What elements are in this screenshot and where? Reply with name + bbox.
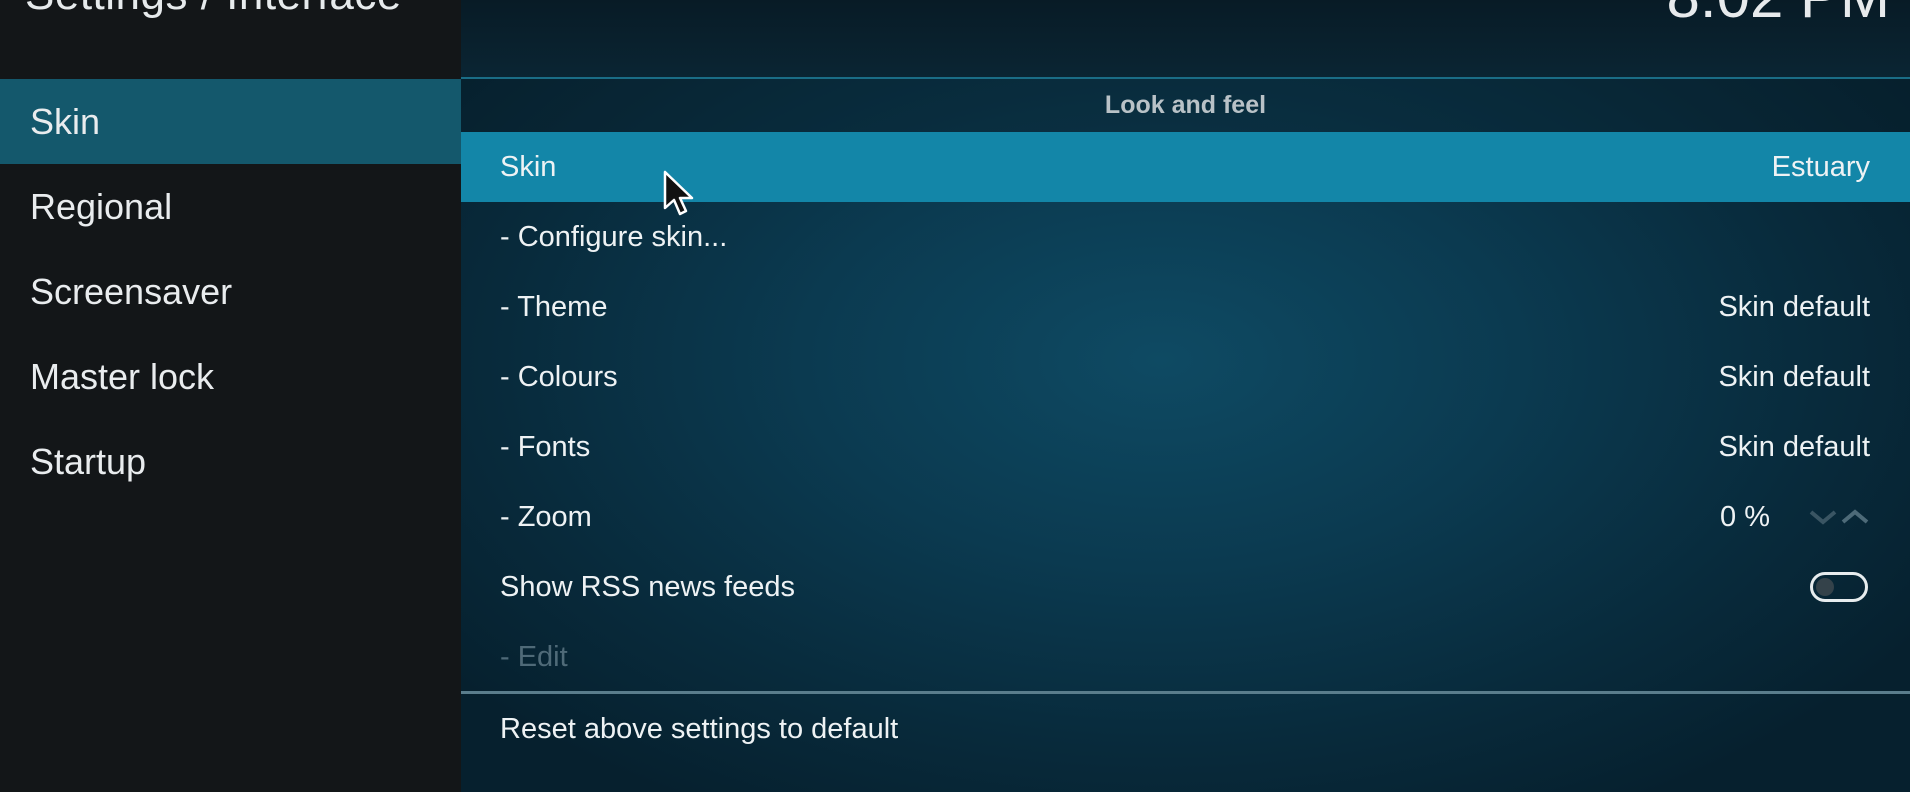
setting-label: - Zoom [500,500,592,533]
category-item-screensaver[interactable]: Screensaver [0,249,461,334]
chevron-down-icon[interactable] [1808,508,1838,526]
setting-value: Skin default [1718,430,1870,463]
top-bar: 8:02 PM [461,0,1910,79]
setting-value: Skin default [1718,360,1870,393]
zoom-spinner: 0 % [1720,501,1870,534]
category-label: Screensaver [30,270,233,312]
category-item-skin[interactable]: Skin [0,79,461,164]
chevron-up-icon[interactable] [1840,508,1870,526]
setting-value: 0 % [1720,500,1770,533]
category-panel: Settings / Interface Skin Regional Scree… [0,0,461,792]
category-label: Regional [30,185,173,227]
setting-value: Skin default [1718,290,1870,323]
setting-fonts[interactable]: - Fonts Skin default [461,412,1910,482]
category-label: Startup [30,440,147,482]
category-item-startup[interactable]: Startup [0,419,461,504]
setting-configure-skin[interactable]: - Configure skin... [461,202,1910,272]
setting-value: Estuary [1771,150,1870,183]
setting-label: - Theme [500,290,608,323]
setting-label: - Configure skin... [500,220,728,253]
setting-label: Skin [500,150,557,183]
toggle-knob [1816,578,1834,596]
settings-list: Skin Estuary - Configure skin... - Theme… [461,132,1910,692]
category-label: Master lock [30,355,215,397]
setting-label: - Fonts [500,430,591,463]
setting-label: - Colours [500,360,618,393]
settings-main: 8:02 PM Look and feel Skin Estuary - Con… [461,0,1910,792]
setting-rss-edit: - Edit [461,622,1910,692]
category-label: Skin [30,100,101,142]
reset-label: Reset above settings to default [500,712,899,745]
setting-zoom[interactable]: - Zoom 0 % [461,482,1910,552]
spin-arrows [1808,508,1870,526]
setting-colours[interactable]: - Colours Skin default [461,342,1910,412]
setting-label: Show RSS news feeds [500,570,795,603]
rss-toggle[interactable] [1810,572,1868,602]
clock: 8:02 PM [1667,0,1890,31]
setting-skin[interactable]: Skin Estuary [461,132,1910,202]
reset-settings-button[interactable]: Reset above settings to default [461,694,1910,764]
setting-label: - Edit [500,640,568,673]
setting-theme[interactable]: - Theme Skin default [461,272,1910,342]
category-item-master-lock[interactable]: Master lock [0,334,461,419]
setting-rss-feeds[interactable]: Show RSS news feeds [461,552,1910,622]
section-header: Look and feel [461,79,1910,132]
category-list: Skin Regional Screensaver Master lock St… [0,79,461,504]
category-item-regional[interactable]: Regional [0,164,461,249]
kodi-settings-window: Settings / Interface Skin Regional Scree… [0,0,1910,792]
page-title: Settings / Interface [25,0,402,20]
